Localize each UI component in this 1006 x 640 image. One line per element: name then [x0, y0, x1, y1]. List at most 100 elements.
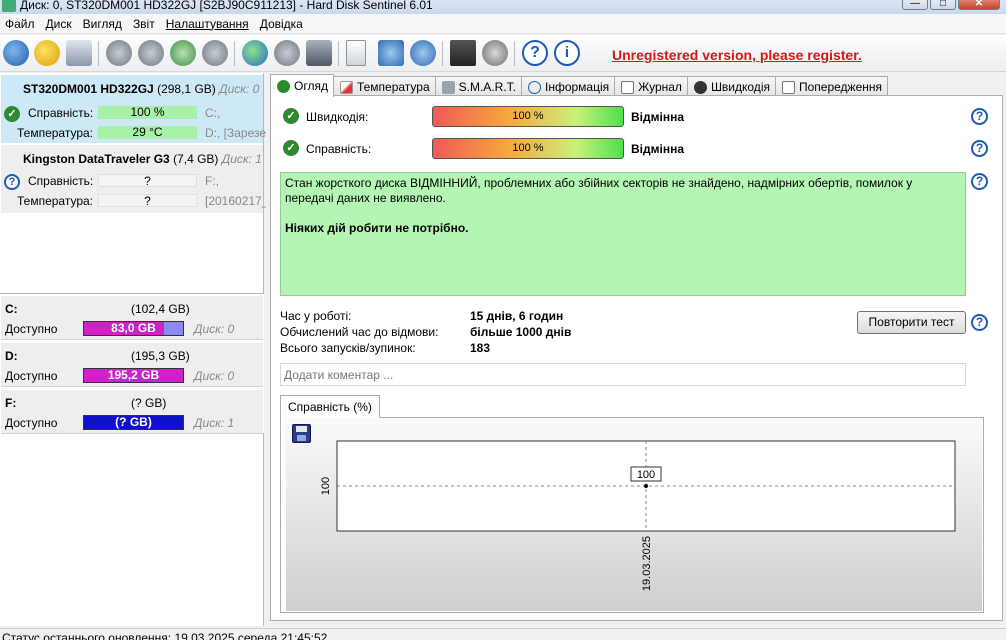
computer-icon[interactable]	[306, 40, 332, 66]
disk-model: ST320DM001 HD322GJ	[23, 82, 154, 96]
help-icon[interactable]: ?	[971, 108, 988, 125]
free-space-value: 83,0 GB	[111, 321, 156, 335]
free-space-value: (? GB)	[115, 415, 152, 429]
maximize-button[interactable]: □	[930, 0, 956, 10]
thermometer-icon	[339, 80, 353, 94]
unknown-status-icon: ?	[4, 174, 20, 190]
health-rating: Відмінна	[631, 142, 684, 156]
health-label: Справність:	[28, 174, 94, 188]
volume-disk: Диск: 0	[194, 369, 235, 383]
volume-size: (102,4 GB)	[131, 302, 190, 316]
info-icon[interactable]: i	[554, 40, 580, 66]
tools-icon[interactable]	[106, 40, 132, 66]
warning-icon[interactable]	[34, 40, 60, 66]
tab-temperature[interactable]: Температура	[332, 76, 436, 97]
help-icon[interactable]: ?	[522, 40, 548, 66]
toolbar-separator	[234, 41, 235, 66]
volume-size: (195,3 GB)	[131, 349, 190, 363]
health-label: Справність:	[306, 142, 372, 156]
available-label: Доступно	[5, 416, 58, 430]
menu-report[interactable]: Звіт	[128, 14, 161, 34]
tab-alerts[interactable]: Попередження	[774, 76, 888, 97]
tab-log[interactable]: Журнал	[614, 76, 688, 97]
volume-name: D:	[5, 349, 18, 363]
y-tick-label: 100	[320, 477, 332, 495]
disk-model: Kingston DataTraveler G3	[23, 152, 170, 166]
menu-disk[interactable]: Диск	[41, 14, 78, 34]
available-label: Доступно	[5, 369, 58, 383]
network-icon[interactable]	[410, 40, 436, 66]
speaker-icon[interactable]	[482, 40, 508, 66]
tab-label: Інформація	[544, 80, 610, 94]
free-space-bar: 195,2 GB	[83, 368, 184, 383]
benchmark-icon[interactable]	[450, 40, 476, 66]
globe-icon[interactable]	[242, 40, 268, 66]
health-volumes: F:,	[205, 174, 219, 188]
health-chart-panel: 100 19.03.2025 100	[280, 417, 984, 613]
disk-icon[interactable]	[66, 40, 92, 66]
title-bar: Диск: 0, ST320DM001 HD322GJ [S2BJ90C9112…	[0, 0, 1006, 14]
tools-arrow-icon[interactable]	[274, 40, 300, 66]
minimize-button[interactable]: —	[902, 0, 928, 10]
disk-title: ST320DM001 HD322GJ (298,1 GB) Диск: 0	[23, 82, 259, 96]
tab-overview[interactable]: Огляд	[270, 74, 334, 97]
chart-tab-health[interactable]: Справність (%)	[280, 395, 380, 418]
volume-disk: Диск: 0	[194, 322, 235, 336]
performance-rating: Відмінна	[631, 110, 684, 124]
volume-name: C:	[5, 302, 18, 316]
status-bar: Статус останнього оновлення: 19.03.2025 …	[0, 628, 1006, 640]
performance-bar: 100 %	[432, 106, 624, 127]
ok-check-icon: ✓	[4, 106, 20, 122]
window-controls: — □ ✕	[902, 0, 1000, 10]
free-space-bar: (? GB)	[83, 415, 184, 430]
smart-icon	[441, 80, 455, 94]
available-label: Доступно	[5, 322, 58, 336]
health-chart: 100 19.03.2025 100	[320, 440, 956, 591]
tab-label: Швидкодія	[710, 80, 770, 94]
help-icon[interactable]: ?	[971, 140, 988, 157]
comment-input[interactable]	[280, 363, 966, 386]
disk-size: (7,4 GB)	[173, 152, 219, 166]
performance-label: Швидкодія:	[306, 110, 369, 124]
x-tick-label: 19.03.2025	[641, 536, 653, 591]
tab-label: S.M.A.R.T.	[458, 80, 516, 94]
tab-label: Попередження	[798, 80, 882, 94]
tab-smart[interactable]: S.M.A.R.T.	[434, 76, 522, 97]
toolbar-separator	[98, 41, 99, 66]
free-space-bar: 83,0 GB	[83, 321, 184, 336]
transfer-icon[interactable]	[378, 40, 404, 66]
refresh-icon[interactable]	[3, 40, 29, 66]
toolbar-separator	[442, 41, 443, 66]
tab-bar: Огляд Температура S.M.A.R.T. Інформація …	[270, 74, 888, 97]
tab-information[interactable]: Інформація	[520, 76, 616, 97]
volume-f[interactable]: F: (? GB) Доступно (? GB) Диск: 1	[1, 390, 263, 434]
tab-performance[interactable]: Швидкодія	[686, 76, 776, 97]
volume-d[interactable]: D: (195,3 GB) Доступно 195,2 GB Диск: 0	[1, 343, 263, 387]
help-icon[interactable]: ?	[971, 173, 988, 190]
menu-help[interactable]: Довідка	[255, 14, 309, 34]
info-icon	[527, 80, 541, 94]
report-icon[interactable]	[346, 40, 366, 66]
disk-title: Kingston DataTraveler G3 (7,4 GB) Диск: …	[23, 152, 262, 166]
menu-file[interactable]: Файл	[0, 14, 41, 34]
disk-number: Диск: 0	[219, 82, 260, 96]
tab-label: Температура	[356, 80, 430, 94]
volume-c[interactable]: C: (102,4 GB) Доступно 83,0 GB Диск: 0	[1, 296, 263, 340]
retest-button[interactable]: Повторити тест	[857, 311, 966, 334]
menu-settings[interactable]: Налаштування	[161, 14, 255, 34]
tools-check-icon[interactable]	[170, 40, 196, 66]
disk-card-0[interactable]: ST320DM001 HD322GJ (298,1 GB) Диск: 0 ✓ …	[1, 75, 279, 143]
tools-settings-icon[interactable]	[202, 40, 228, 66]
status-text: Стан жорсткого диска ВІДМІННИЙ, проблемн…	[285, 176, 913, 205]
menu-bar: Файл Диск Вигляд Звіт Налаштування Довід…	[0, 14, 1006, 34]
status-bar-text: Статус останнього оновлення: 19.03.2025 …	[2, 631, 328, 640]
close-button[interactable]: ✕	[958, 0, 1000, 10]
help-icon[interactable]: ?	[971, 314, 988, 331]
tools2-icon[interactable]	[138, 40, 164, 66]
starts-value: 183	[470, 341, 491, 355]
volume-size: (? GB)	[131, 396, 167, 410]
disk-card-1[interactable]: Kingston DataTraveler G3 (7,4 GB) Диск: …	[1, 145, 268, 213]
app-icon	[2, 0, 16, 12]
menu-view[interactable]: Вигляд	[78, 14, 128, 34]
unregistered-link[interactable]: Unregistered version, please register.	[612, 47, 862, 63]
